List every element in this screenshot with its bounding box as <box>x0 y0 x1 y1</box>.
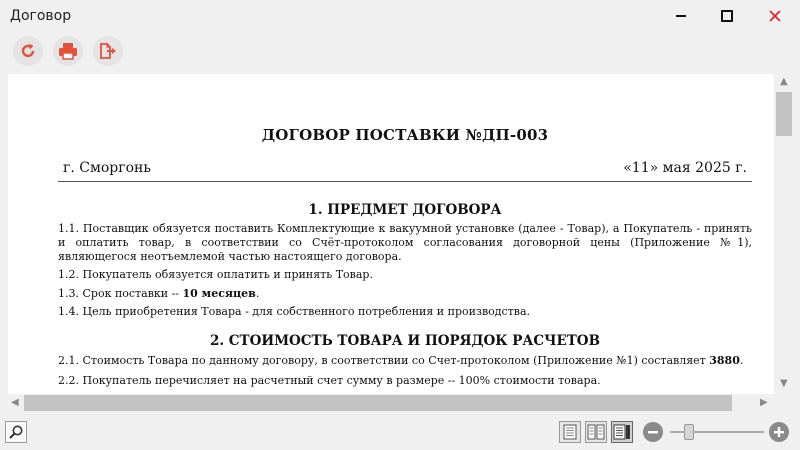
paragraph-1-3: 1.3. Срок поставки -- 10 месяцев. <box>58 287 260 300</box>
paragraph-2-2: 2.2. Покупатель перечисляет на расчетный… <box>58 374 601 387</box>
minus-icon <box>648 431 658 434</box>
print-button[interactable] <box>53 36 83 66</box>
export-button[interactable] <box>93 36 123 66</box>
status-bar <box>0 416 800 450</box>
search-button[interactable] <box>5 421 27 443</box>
search-icon <box>9 425 23 439</box>
zoom-out-button[interactable] <box>643 422 663 442</box>
paragraph-1-1: 1.1. Поставщик обязуется поставить Компл… <box>58 222 752 263</box>
scroll-up-arrow-icon[interactable]: ▲ <box>780 76 788 87</box>
place-date-row: г. Сморгонь «11» мая 2025 г. <box>58 158 752 182</box>
title-bar: Договор <box>0 0 800 32</box>
minimize-icon <box>676 15 686 17</box>
vertical-scrollbar[interactable]: ▲ ▼ <box>774 74 798 394</box>
window-title: Договор <box>10 8 72 24</box>
close-button[interactable] <box>752 0 798 32</box>
delivery-term: 10 месяцев <box>182 287 256 300</box>
scrollbar-corner <box>774 394 798 412</box>
paragraph-1-2: 1.2. Покупатель обязуется оплатить и при… <box>58 268 373 281</box>
vertical-scroll-thumb[interactable] <box>776 92 792 136</box>
zoom-slider-thumb[interactable] <box>684 424 694 440</box>
paragraph-1-4: 1.4. Цель приобретения Товара - для собс… <box>58 305 531 318</box>
close-icon <box>769 10 781 22</box>
contract-city: г. Сморгонь <box>63 160 151 176</box>
section-heading-2: 2. СТОИМОСТЬ ТОВАРА И ПОРЯДОК РАСЧЕТОВ <box>210 333 600 349</box>
document-title: ДОГОВОР ПОСТАВКИ №ДП-003 <box>261 126 549 144</box>
maximize-icon <box>721 10 733 22</box>
plus-icon <box>774 427 784 437</box>
view-thumbnails-button[interactable] <box>611 421 633 443</box>
refresh-icon <box>21 43 35 58</box>
refresh-button[interactable] <box>13 36 43 66</box>
horizontal-scroll-thumb[interactable] <box>24 395 732 411</box>
view-single-page-button[interactable] <box>559 421 581 443</box>
document-page: ДОГОВОР ПОСТАВКИ №ДП-003 г. Сморгонь «11… <box>8 74 774 394</box>
maximize-button[interactable] <box>704 0 750 32</box>
page-with-thumbnails-icon <box>613 424 630 440</box>
scroll-down-arrow-icon[interactable]: ▼ <box>780 378 788 389</box>
document-viewer: ДОГОВОР ПОСТАВКИ №ДП-003 г. Сморгонь «11… <box>8 74 798 412</box>
view-two-page-button[interactable] <box>585 421 607 443</box>
export-document-icon <box>100 43 116 59</box>
zoom-in-button[interactable] <box>769 422 789 442</box>
section-heading-1: 1. ПРЕДМЕТ ДОГОВОРА <box>308 202 502 218</box>
scroll-right-arrow-icon[interactable]: ▶ <box>760 397 768 408</box>
paragraph-2-1: 2.1. Стоимость Товара по данному договор… <box>58 354 744 367</box>
contract-date: «11» мая 2025 г. <box>623 160 747 176</box>
single-page-icon <box>563 424 577 440</box>
contract-price: 3880 <box>709 354 740 367</box>
two-page-icon <box>587 424 605 440</box>
horizontal-scrollbar[interactable]: ◀ ▶ <box>8 394 774 412</box>
toolbar <box>0 32 800 70</box>
scroll-left-arrow-icon[interactable]: ◀ <box>11 397 19 408</box>
printer-icon <box>59 43 77 60</box>
minimize-button[interactable] <box>658 0 704 32</box>
